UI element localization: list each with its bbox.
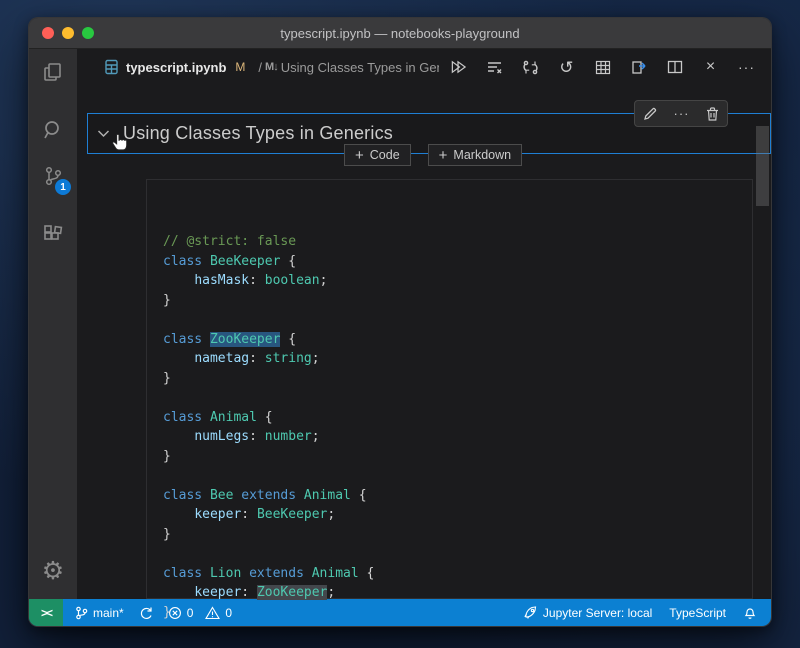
scrollbar-thumb[interactable]: [756, 126, 769, 206]
remote-indicator[interactable]: ><: [29, 599, 63, 626]
notebook-toolbar: typescript.ipynb M / M↓ Using Classes Ty…: [77, 49, 771, 85]
markdown-cell-icon: M↓: [265, 61, 278, 73]
code-line: }: [163, 447, 752, 467]
remote-icon: ><: [41, 606, 51, 620]
notebook-body: Using Classes Types in Generics ···: [77, 85, 771, 599]
run-all-icon[interactable]: [450, 59, 467, 76]
branch-indicator[interactable]: main*: [75, 606, 124, 620]
code-line: class BeeKeeper {: [163, 252, 752, 272]
code-line: [163, 310, 752, 330]
clear-outputs-icon[interactable]: [486, 59, 503, 76]
tab-filename[interactable]: typescript.ipynb: [126, 60, 226, 75]
code-line: class Animal {: [163, 408, 752, 428]
code-line: class ZooKeeper {: [163, 330, 752, 350]
sidebar-item-source-control[interactable]: 1: [29, 153, 77, 199]
vscode-window: typescript.ipynb — notebooks-playground: [28, 17, 772, 627]
search-icon: [41, 118, 65, 142]
split-editor-icon[interactable]: [666, 59, 683, 76]
git-modified-badge: M: [235, 60, 245, 74]
code-line: }: [163, 369, 752, 389]
code-line: }: [163, 291, 752, 311]
sidebar-item-search[interactable]: [29, 107, 77, 153]
code-line: keeper: ZooKeeper;: [163, 583, 752, 603]
markdown-heading: Using Classes Types in Generics: [123, 123, 393, 144]
chevron-down-icon[interactable]: [97, 129, 110, 138]
scm-badge: 1: [55, 179, 71, 195]
branch-icon: [75, 606, 88, 620]
code-line: [163, 544, 752, 564]
close-icon[interactable]: ×: [702, 59, 719, 76]
insert-cell-row: + Code + Markdown: [344, 144, 522, 166]
files-icon: [41, 60, 65, 84]
titlebar: typescript.ipynb — notebooks-playground: [29, 18, 771, 49]
extensions-icon: [41, 222, 65, 246]
zoom-window-button[interactable]: [82, 27, 94, 39]
activity-bar: 1 ⚙: [29, 49, 77, 599]
code-line: [163, 466, 752, 486]
undo-icon[interactable]: ↺: [558, 59, 575, 76]
sidebar-item-explorer[interactable]: [29, 49, 77, 95]
code-editor[interactable]: // @strict: falseclass BeeKeeper { hasMa…: [147, 180, 752, 627]
code-line: numLegs: number;: [163, 427, 752, 447]
code-line: keeper: BeeKeeper;: [163, 505, 752, 525]
hand-cursor: [111, 133, 131, 157]
add-markdown-cell-button[interactable]: + Markdown: [428, 144, 522, 166]
export-icon[interactable]: [630, 59, 647, 76]
code-line: }: [163, 603, 752, 623]
code-line: // @strict: false: [163, 232, 752, 252]
plus-icon: +: [439, 148, 448, 163]
notebook-file-icon: [104, 59, 119, 75]
variables-icon[interactable]: [594, 59, 611, 76]
minimize-window-button[interactable]: [62, 27, 74, 39]
notebook-actions: ↺: [450, 59, 755, 76]
gear-icon: ⚙: [42, 556, 64, 586]
plus-icon: +: [355, 148, 364, 163]
delete-cell-icon[interactable]: [706, 107, 719, 121]
editor-area: typescript.ipynb M / M↓ Using Classes Ty…: [77, 49, 771, 599]
code-line: hasMask: boolean;: [163, 271, 752, 291]
restart-icon[interactable]: [522, 59, 539, 76]
edit-cell-icon[interactable]: [643, 107, 657, 121]
add-code-cell-button[interactable]: + Code: [344, 144, 411, 166]
code-line: class Bee extends Animal {: [163, 486, 752, 506]
code-line: nametag: string;: [163, 349, 752, 369]
code-lines: // @strict: falseclass BeeKeeper { hasMa…: [163, 232, 752, 622]
window-title: typescript.ipynb — notebooks-playground: [29, 26, 771, 41]
code-line: [163, 388, 752, 408]
cell-more-actions-icon[interactable]: ···: [673, 107, 689, 120]
code-line: class Lion extends Animal {: [163, 564, 752, 584]
breadcrumb[interactable]: / M↓ Using Classes Types in Generi: [258, 60, 439, 75]
code-line: }: [163, 525, 752, 545]
sidebar-item-extensions[interactable]: [29, 211, 77, 257]
code-cell[interactable]: // @strict: falseclass BeeKeeper { hasMa…: [146, 179, 753, 599]
settings-button[interactable]: ⚙: [29, 549, 77, 593]
breadcrumb-cell-title: Using Classes Types in Generi: [281, 60, 439, 75]
cell-toolbar: ···: [634, 100, 728, 127]
more-actions-icon[interactable]: ···: [738, 59, 755, 76]
close-window-button[interactable]: [42, 27, 54, 39]
